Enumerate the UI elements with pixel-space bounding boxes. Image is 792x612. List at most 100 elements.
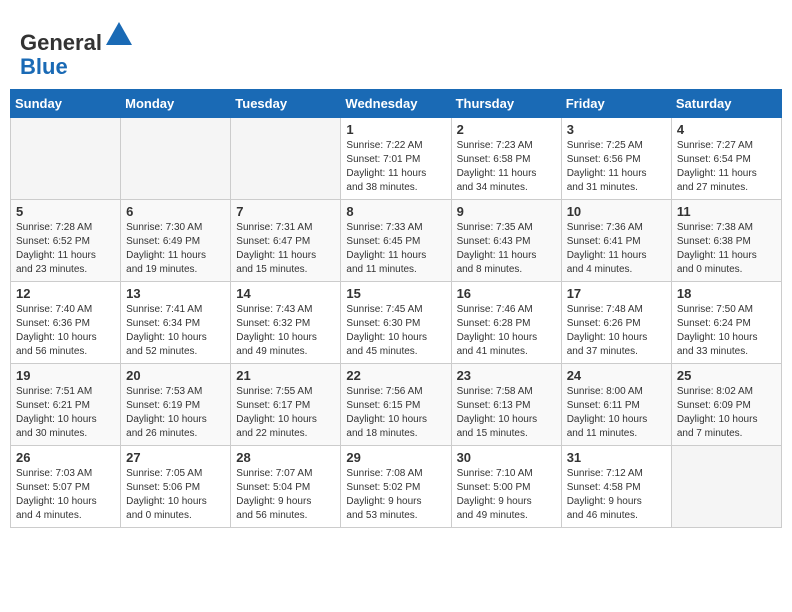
- day-info: Sunrise: 7:12 AM Sunset: 4:58 PM Dayligh…: [567, 467, 666, 523]
- day-number: 24: [567, 368, 666, 383]
- day-info: Sunrise: 8:00 AM Sunset: 6:11 PM Dayligh…: [567, 385, 666, 441]
- day-number: 6: [126, 204, 225, 219]
- day-info: Sunrise: 7:03 AM Sunset: 5:07 PM Dayligh…: [16, 467, 115, 523]
- day-info: Sunrise: 7:53 AM Sunset: 6:19 PM Dayligh…: [126, 385, 225, 441]
- day-info: Sunrise: 7:33 AM Sunset: 6:45 PM Dayligh…: [346, 221, 445, 277]
- day-cell: 19 Sunrise: 7:51 AM Sunset: 6:21 PM Dayli…: [11, 364, 121, 446]
- day-number: 7: [236, 204, 335, 219]
- day-info: Sunrise: 7:40 AM Sunset: 6:36 PM Dayligh…: [16, 303, 115, 359]
- day-number: 30: [457, 450, 556, 465]
- day-number: 5: [16, 204, 115, 219]
- day-cell: 16Sunrise: 7:46 AM Sunset: 6:28 PM Dayli…: [451, 282, 561, 364]
- day-number: 4: [677, 122, 776, 137]
- day-number: 31: [567, 450, 666, 465]
- day-cell: 27 Sunrise: 7:05 AM Sunset: 5:06 PM Dayli…: [121, 446, 231, 528]
- calendar-body: 1Sunrise: 7:22 AM Sunset: 7:01 PM Daylig…: [11, 118, 782, 528]
- day-number: 23: [457, 368, 556, 383]
- day-cell: 6 Sunrise: 7:30 AM Sunset: 6:49 PM Daylig…: [121, 200, 231, 282]
- day-cell: 24 Sunrise: 8:00 AM Sunset: 6:11 PM Dayli…: [561, 364, 671, 446]
- day-info: Sunrise: 7:56 AM Sunset: 6:15 PM Dayligh…: [346, 385, 445, 441]
- day-number: 22: [346, 368, 445, 383]
- day-info: Sunrise: 7:41 AM Sunset: 6:34 PM Dayligh…: [126, 303, 225, 359]
- day-number: 11: [677, 204, 776, 219]
- day-cell: 29Sunrise: 7:08 AM Sunset: 5:02 PM Dayli…: [341, 446, 451, 528]
- day-info: Sunrise: 7:07 AM Sunset: 5:04 PM Dayligh…: [236, 467, 335, 523]
- weekday-friday: Friday: [561, 90, 671, 118]
- weekday-wednesday: Wednesday: [341, 90, 451, 118]
- weekday-thursday: Thursday: [451, 90, 561, 118]
- day-info: Sunrise: 7:36 AM Sunset: 6:41 PM Dayligh…: [567, 221, 666, 277]
- day-info: Sunrise: 8:02 AM Sunset: 6:09 PM Dayligh…: [677, 385, 776, 441]
- day-cell: 26 Sunrise: 7:03 AM Sunset: 5:07 PM Dayli…: [11, 446, 121, 528]
- day-cell: 25 Sunrise: 8:02 AM Sunset: 6:09 PM Dayli…: [671, 364, 781, 446]
- day-cell: 11 Sunrise: 7:38 AM Sunset: 6:38 PM Dayli…: [671, 200, 781, 282]
- day-cell: 4 Sunrise: 7:27 AM Sunset: 6:54 PM Daylig…: [671, 118, 781, 200]
- day-number: 14: [236, 286, 335, 301]
- weekday-saturday: Saturday: [671, 90, 781, 118]
- day-number: 9: [457, 204, 556, 219]
- day-info: Sunrise: 7:50 AM Sunset: 6:24 PM Dayligh…: [677, 303, 776, 359]
- day-info: Sunrise: 7:23 AM Sunset: 6:58 PM Dayligh…: [457, 139, 556, 195]
- day-info: Sunrise: 7:48 AM Sunset: 6:26 PM Dayligh…: [567, 303, 666, 359]
- logo-blue: Blue: [20, 54, 68, 79]
- day-number: 18: [677, 286, 776, 301]
- day-number: 17: [567, 286, 666, 301]
- day-number: 21: [236, 368, 335, 383]
- day-cell: 22 Sunrise: 7:56 AM Sunset: 6:15 PM Dayli…: [341, 364, 451, 446]
- logo-icon: [104, 20, 134, 50]
- day-cell: 17 Sunrise: 7:48 AM Sunset: 6:26 PM Dayli…: [561, 282, 671, 364]
- week-row-3: 12 Sunrise: 7:40 AM Sunset: 6:36 PM Dayli…: [11, 282, 782, 364]
- day-number: 27: [126, 450, 225, 465]
- week-row-1: 1Sunrise: 7:22 AM Sunset: 7:01 PM Daylig…: [11, 118, 782, 200]
- weekday-monday: Monday: [121, 90, 231, 118]
- day-number: 20: [126, 368, 225, 383]
- day-info: Sunrise: 7:46 AM Sunset: 6:28 PM Dayligh…: [457, 303, 556, 359]
- day-info: Sunrise: 7:43 AM Sunset: 6:32 PM Dayligh…: [236, 303, 335, 359]
- weekday-sunday: Sunday: [11, 90, 121, 118]
- day-cell: 5 Sunrise: 7:28 AM Sunset: 6:52 PM Daylig…: [11, 200, 121, 282]
- day-cell: 20 Sunrise: 7:53 AM Sunset: 6:19 PM Dayli…: [121, 364, 231, 446]
- day-info: Sunrise: 7:30 AM Sunset: 6:49 PM Dayligh…: [126, 221, 225, 277]
- day-info: Sunrise: 7:35 AM Sunset: 6:43 PM Dayligh…: [457, 221, 556, 277]
- day-info: Sunrise: 7:38 AM Sunset: 6:38 PM Dayligh…: [677, 221, 776, 277]
- day-number: 19: [16, 368, 115, 383]
- day-info: Sunrise: 7:28 AM Sunset: 6:52 PM Dayligh…: [16, 221, 115, 277]
- day-cell: [121, 118, 231, 200]
- day-info: Sunrise: 7:08 AM Sunset: 5:02 PM Dayligh…: [346, 467, 445, 523]
- weekday-header-row: SundayMondayTuesdayWednesdayThursdayFrid…: [11, 90, 782, 118]
- day-cell: 9 Sunrise: 7:35 AM Sunset: 6:43 PM Daylig…: [451, 200, 561, 282]
- week-row-5: 26 Sunrise: 7:03 AM Sunset: 5:07 PM Dayli…: [11, 446, 782, 528]
- day-number: 15: [346, 286, 445, 301]
- day-cell: [231, 118, 341, 200]
- day-info: Sunrise: 7:05 AM Sunset: 5:06 PM Dayligh…: [126, 467, 225, 523]
- day-cell: [11, 118, 121, 200]
- day-info: Sunrise: 7:25 AM Sunset: 6:56 PM Dayligh…: [567, 139, 666, 195]
- day-number: 3: [567, 122, 666, 137]
- day-cell: [671, 446, 781, 528]
- day-info: Sunrise: 7:10 AM Sunset: 5:00 PM Dayligh…: [457, 467, 556, 523]
- day-cell: 13Sunrise: 7:41 AM Sunset: 6:34 PM Dayli…: [121, 282, 231, 364]
- day-cell: 10 Sunrise: 7:36 AM Sunset: 6:41 PM Dayli…: [561, 200, 671, 282]
- day-info: Sunrise: 7:45 AM Sunset: 6:30 PM Dayligh…: [346, 303, 445, 359]
- day-number: 12: [16, 286, 115, 301]
- logo-general: General: [20, 30, 102, 55]
- day-number: 26: [16, 450, 115, 465]
- day-cell: 21Sunrise: 7:55 AM Sunset: 6:17 PM Dayli…: [231, 364, 341, 446]
- day-cell: 31 Sunrise: 7:12 AM Sunset: 4:58 PM Dayli…: [561, 446, 671, 528]
- day-cell: 1Sunrise: 7:22 AM Sunset: 7:01 PM Daylig…: [341, 118, 451, 200]
- day-cell: 12 Sunrise: 7:40 AM Sunset: 6:36 PM Dayli…: [11, 282, 121, 364]
- day-cell: 2 Sunrise: 7:23 AM Sunset: 6:58 PM Daylig…: [451, 118, 561, 200]
- page-header: General Blue: [10, 10, 782, 84]
- logo-text: General Blue: [20, 20, 134, 79]
- day-info: Sunrise: 7:51 AM Sunset: 6:21 PM Dayligh…: [16, 385, 115, 441]
- week-row-4: 19 Sunrise: 7:51 AM Sunset: 6:21 PM Dayli…: [11, 364, 782, 446]
- day-number: 10: [567, 204, 666, 219]
- day-info: Sunrise: 7:58 AM Sunset: 6:13 PM Dayligh…: [457, 385, 556, 441]
- calendar: SundayMondayTuesdayWednesdayThursdayFrid…: [10, 89, 782, 528]
- day-cell: 8Sunrise: 7:33 AM Sunset: 6:45 PM Daylig…: [341, 200, 451, 282]
- day-info: Sunrise: 7:22 AM Sunset: 7:01 PM Dayligh…: [346, 139, 445, 195]
- day-number: 2: [457, 122, 556, 137]
- day-info: Sunrise: 7:27 AM Sunset: 6:54 PM Dayligh…: [677, 139, 776, 195]
- day-cell: 3 Sunrise: 7:25 AM Sunset: 6:56 PM Daylig…: [561, 118, 671, 200]
- day-number: 25: [677, 368, 776, 383]
